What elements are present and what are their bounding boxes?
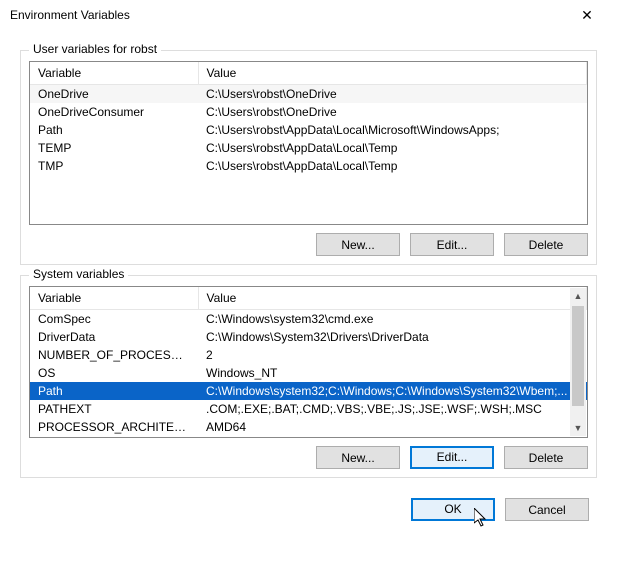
table-row[interactable]: ComSpec C:\Windows\system32\cmd.exe (30, 310, 587, 329)
system-header-value[interactable]: Value (198, 287, 587, 310)
system-delete-button[interactable]: Delete (504, 446, 588, 469)
titlebar: Environment Variables ✕ (0, 0, 617, 30)
user-header-value[interactable]: Value (198, 62, 587, 85)
table-row[interactable]: Path C:\Windows\system32;C:\Windows;C:\W… (30, 382, 587, 400)
system-table[interactable]: Variable Value ComSpec C:\Windows\system… (29, 286, 588, 438)
scroll-thumb[interactable] (572, 306, 584, 406)
table-row[interactable]: OneDriveConsumer C:\Users\robst\OneDrive (30, 103, 587, 121)
system-variables-group: System variables Variable Value ComSpec … (20, 275, 597, 478)
system-group-label: System variables (29, 267, 128, 281)
scrollbar[interactable]: ▲ ▼ (570, 288, 586, 436)
user-variables-group: User variables for robst Variable Value … (20, 50, 597, 265)
user-delete-button[interactable]: Delete (504, 233, 588, 256)
cancel-button[interactable]: Cancel (505, 498, 589, 521)
table-row[interactable]: DriverData C:\Windows\System32\Drivers\D… (30, 328, 587, 346)
user-new-button[interactable]: New... (316, 233, 400, 256)
system-new-button[interactable]: New... (316, 446, 400, 469)
table-row[interactable]: PATHEXT .COM;.EXE;.BAT;.CMD;.VBS;.VBE;.J… (30, 400, 587, 418)
table-row[interactable]: TEMP C:\Users\robst\AppData\Local\Temp (30, 139, 587, 157)
user-edit-button[interactable]: Edit... (410, 233, 494, 256)
system-edit-button[interactable]: Edit... (410, 446, 494, 469)
table-row[interactable]: NUMBER_OF_PROCESSORS 2 (30, 346, 587, 364)
user-header-variable[interactable]: Variable (30, 62, 198, 85)
scroll-down-icon[interactable]: ▼ (570, 420, 586, 436)
close-icon[interactable]: ✕ (567, 7, 607, 24)
user-group-label: User variables for robst (29, 42, 161, 56)
table-row[interactable]: OneDrive C:\Users\robst\OneDrive (30, 85, 587, 104)
dialog-title: Environment Variables (10, 8, 130, 22)
table-row[interactable]: OS Windows_NT (30, 364, 587, 382)
ok-button[interactable]: OK (411, 498, 495, 521)
user-table[interactable]: Variable Value OneDrive C:\Users\robst\O… (29, 61, 588, 225)
scroll-up-icon[interactable]: ▲ (570, 288, 586, 304)
table-row[interactable]: Path C:\Users\robst\AppData\Local\Micros… (30, 121, 587, 139)
system-header-variable[interactable]: Variable (30, 287, 198, 310)
table-row[interactable]: PROCESSOR_ARCHITECTURE AMD64 (30, 418, 587, 436)
table-row[interactable]: TMP C:\Users\robst\AppData\Local\Temp (30, 157, 587, 175)
